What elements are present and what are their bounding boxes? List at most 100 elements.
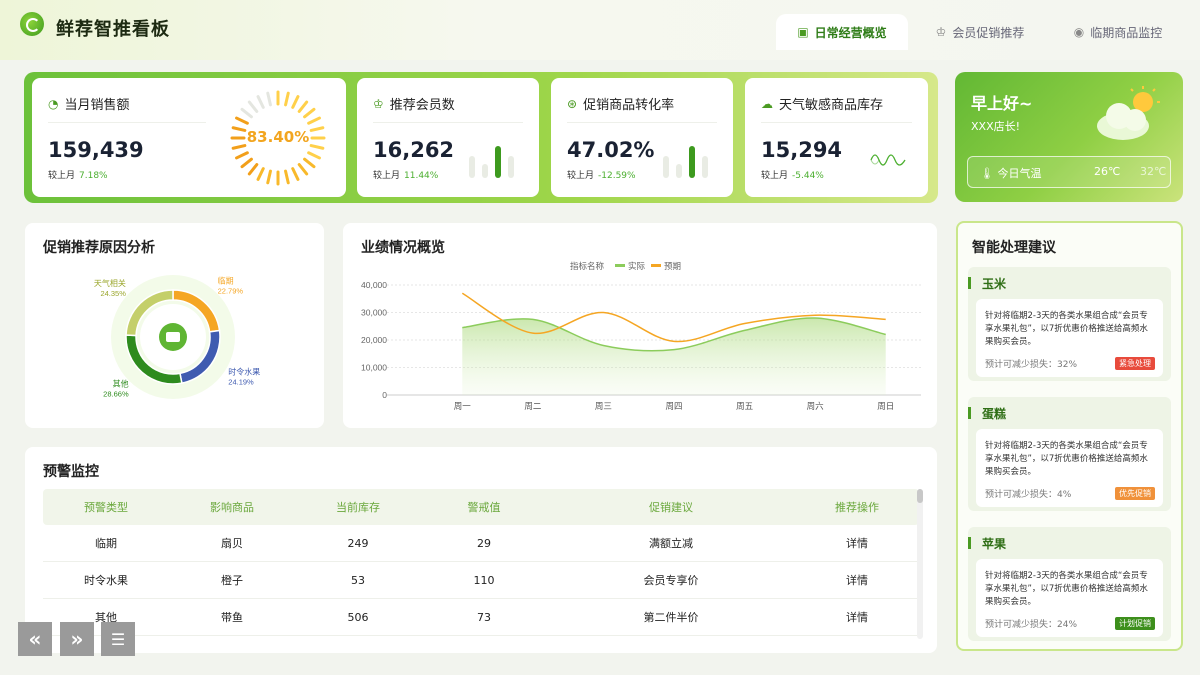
- crown-icon: ♔: [373, 96, 384, 111]
- cell: 临期: [95, 537, 117, 550]
- gauge-tick: [291, 167, 300, 181]
- y-tick-label: 30,000: [361, 308, 387, 318]
- column-header: 影响商品: [210, 501, 254, 514]
- gauge-tick: [256, 95, 265, 109]
- gauge-tick: [240, 157, 253, 169]
- gauge-tick: [303, 107, 316, 119]
- kpi-value: 47.02%: [567, 138, 655, 162]
- legend-label: 实际: [628, 261, 646, 271]
- tab-label: 日常经营概览: [814, 25, 887, 40]
- advice-card: 蛋糕 针对将临期2-3天的各类水果组合成“会员专享水果礼包”，以7折优惠价格推送…: [967, 397, 1171, 511]
- kpi-title: 推荐会员数: [389, 98, 455, 113]
- column-header: 当前库存: [336, 501, 380, 514]
- legend-swatch: [651, 264, 661, 267]
- x-tick-label: 周五: [736, 401, 754, 411]
- x-tick-label: 周六: [807, 401, 825, 411]
- advice-product-name: 苹果: [967, 537, 1007, 551]
- priority-badge: 优先促销: [1115, 487, 1155, 500]
- gauge-tick: [284, 91, 290, 107]
- cell: 时令水果: [84, 574, 128, 587]
- kpi-compare: 较上月 -12.59%: [567, 168, 636, 181]
- compare-label: 较上月: [48, 171, 76, 181]
- kpi-card-monthly-sales: ◔ 当月销售额 159,439 较上月 7.18% 83.40%: [32, 78, 346, 197]
- compare-label: 较上月: [567, 171, 595, 181]
- y-tick-label: 0: [382, 390, 387, 400]
- kpi-compare: 较上月 -5.44%: [761, 168, 824, 181]
- kpi-title: 天气敏感商品库存: [779, 98, 884, 113]
- gauge-tick: [307, 116, 321, 125]
- y-tick-label: 40,000: [361, 280, 387, 290]
- cloud-icon: ☁: [761, 96, 773, 111]
- smart-advice-panel: 智能处理建议 玉米 针对将临期2-3天的各类水果组合成“会员专享水果礼包”，以7…: [956, 221, 1183, 651]
- slice-label: 其他: [113, 379, 129, 389]
- slice-value-label: 22.79%: [218, 287, 244, 296]
- advice-text: 针对将临期2-3天的各类水果组合成“会员专享水果礼包”，以7折优惠价格推送给高频…: [985, 571, 1148, 607]
- gauge-tick: [247, 100, 259, 113]
- table-scrollbar[interactable]: [917, 489, 923, 639]
- cell: 扇贝: [221, 537, 243, 550]
- greeting: 早上好~: [971, 94, 1033, 113]
- details-link[interactable]: 详情: [795, 535, 919, 551]
- x-tick-label: 周二: [524, 401, 542, 411]
- kpi-card-conversion-rate: ⊛ 促销商品转化率 47.02% 较上月 -12.59%: [551, 78, 733, 197]
- pie-chart-icon: ◔: [48, 96, 59, 111]
- compare-value: -5.44%: [792, 171, 824, 181]
- cell: 橙子: [221, 574, 243, 587]
- cell: 带鱼: [221, 611, 243, 624]
- basket-icon: [166, 332, 180, 342]
- column-header: 促销建议: [649, 501, 693, 514]
- advice-product-name: 玉米: [967, 277, 1007, 291]
- gauge-tick: [291, 95, 300, 109]
- details-link[interactable]: 详情: [795, 572, 919, 588]
- priority-badge: 紧急处理: [1115, 357, 1155, 370]
- kpi-card-recommended-members: ♔ 推荐会员数 16,262 较上月 11.44%: [357, 78, 539, 197]
- kpi-title: 当月销售额: [64, 98, 130, 113]
- next-page-button[interactable]: »: [60, 622, 94, 656]
- advice-body: 针对将临期2-3天的各类水果组合成“会员专享水果礼包”，以7折优惠价格推送给高频…: [976, 429, 1163, 507]
- gauge-tick: [266, 169, 272, 185]
- advice-body: 针对将临期2-3天的各类水果组合成“会员专享水果礼包”，以7折优惠价格推送给高频…: [976, 299, 1163, 377]
- advice-text: 针对将临期2-3天的各类水果组合成“会员专享水果礼包”，以7折优惠价格推送给高频…: [985, 311, 1148, 347]
- advice-body: 针对将临期2-3天的各类水果组合成“会员专享水果礼包”，以7折优惠价格推送给高频…: [976, 559, 1163, 637]
- location-icon: ◉: [1073, 25, 1085, 39]
- compare-label: 较上月: [373, 171, 401, 181]
- tab-label: 临期商品监控: [1090, 25, 1163, 40]
- details-link[interactable]: 详情: [795, 609, 919, 625]
- kpi-header: ⊛ 促销商品转化率: [567, 94, 674, 114]
- divider: [48, 122, 206, 123]
- gauge-tick: [266, 91, 272, 107]
- advice-estimate: 预计可减少损失：24%: [985, 620, 1078, 630]
- column-header: 推荐操作: [835, 501, 879, 514]
- tab-expiry-monitor[interactable]: ◉ 临期商品监控: [1052, 14, 1184, 50]
- sun-cloud-icon: [1097, 86, 1160, 140]
- mini-bar-chart-icon: [663, 146, 708, 178]
- gauge-tick: [235, 151, 249, 160]
- gauge-tick: [235, 116, 249, 125]
- tab-member-promotion[interactable]: ♔ 会员促销推荐: [914, 14, 1046, 50]
- cell: 249: [347, 536, 369, 550]
- app-title: 鲜荐智推看板: [56, 19, 170, 40]
- previous-page-button[interactable]: «: [18, 622, 52, 656]
- kpi-header: ♔ 推荐会员数: [373, 94, 455, 114]
- app-header: 鲜荐智推看板 ▣ 日常经营概览 ♔ 会员促销推荐 ◉ 临期商品监控: [0, 0, 1200, 50]
- kpi-value: 15,294: [761, 138, 843, 162]
- tab-daily-overview[interactable]: ▣ 日常经营概览: [776, 14, 908, 50]
- divider: [373, 122, 523, 123]
- legend-title: 指标名称: [570, 261, 605, 271]
- x-tick-label: 周四: [665, 401, 682, 411]
- x-tick-label: 周三: [595, 401, 612, 411]
- today-temperature: 🌡 今日气温 26℃ 32℃: [967, 156, 1171, 188]
- user-name: XXX店长!: [971, 120, 1021, 133]
- reason-donut-chart: 临期22.79% 时令水果24.19% 其他28.66% 天气相关24.35%: [94, 275, 260, 399]
- kpi-compare: 较上月 7.18%: [48, 168, 108, 181]
- scrollbar-thumb[interactable]: [917, 489, 923, 503]
- gauge-tick: [297, 163, 309, 176]
- slice-value-label: 24.35%: [100, 289, 126, 298]
- compare-value: 7.18%: [79, 171, 108, 181]
- x-tick-label: 周一: [454, 401, 472, 411]
- sales-gauge: 83.40%: [230, 90, 326, 186]
- kpi-value: 159,439: [48, 138, 144, 162]
- menu-button[interactable]: ☰: [101, 622, 135, 656]
- cell: 29: [477, 536, 491, 550]
- cell: 53: [351, 573, 365, 587]
